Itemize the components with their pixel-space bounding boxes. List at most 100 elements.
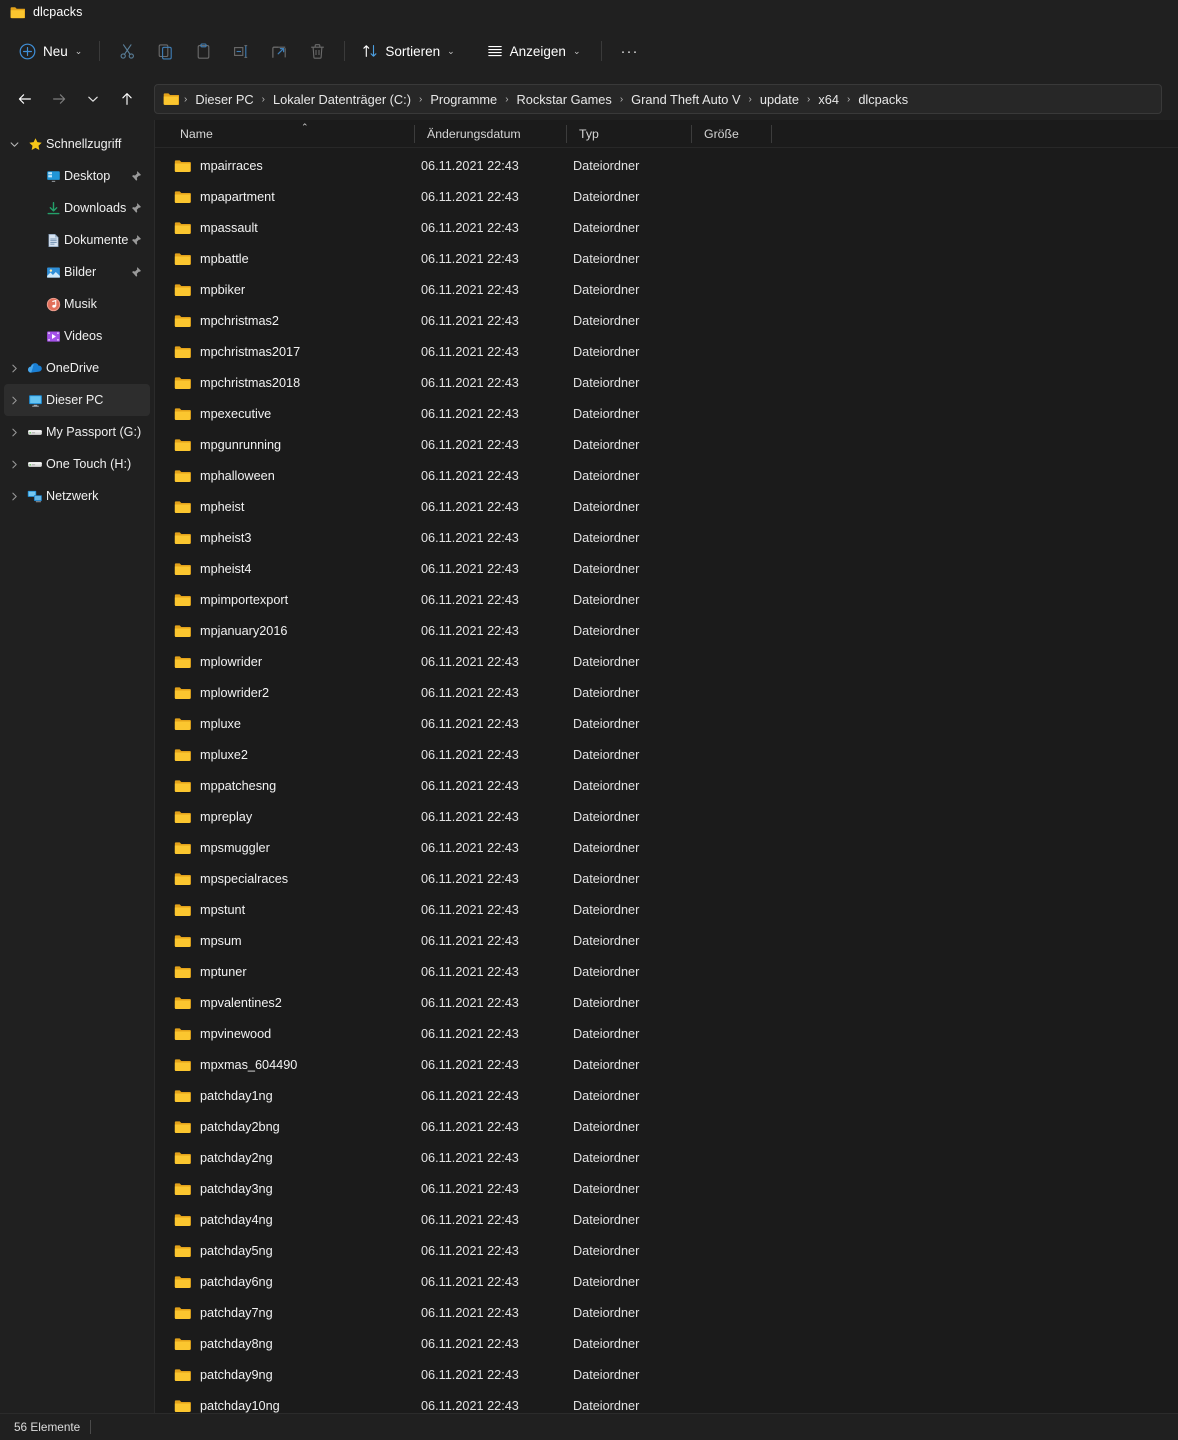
table-row[interactable]: mppatchesng 06.11.2021 22:43 Dateiordner xyxy=(161,770,1172,801)
table-row[interactable]: patchday5ng 06.11.2021 22:43 Dateiordner xyxy=(161,1235,1172,1266)
table-row[interactable]: mpvalentines2 06.11.2021 22:43 Dateiordner xyxy=(161,987,1172,1018)
sidebar-item-dieser-pc[interactable]: Dieser PC xyxy=(4,384,150,416)
table-row[interactable]: mplowrider 06.11.2021 22:43 Dateiordner xyxy=(161,646,1172,677)
chevron-down-icon[interactable] xyxy=(4,139,24,150)
table-row[interactable]: mpbiker 06.11.2021 22:43 Dateiordner xyxy=(161,274,1172,305)
table-row[interactable]: mpvinewood 06.11.2021 22:43 Dateiordner xyxy=(161,1018,1172,1049)
table-row[interactable]: patchday2bng 06.11.2021 22:43 Dateiordner xyxy=(161,1111,1172,1142)
table-row[interactable]: patchday7ng 06.11.2021 22:43 Dateiordner xyxy=(161,1297,1172,1328)
file-name-label: mpjanuary2016 xyxy=(200,623,288,638)
table-row[interactable]: mpexecutive 06.11.2021 22:43 Dateiordner xyxy=(161,398,1172,429)
table-row[interactable]: patchday4ng 06.11.2021 22:43 Dateiordner xyxy=(161,1204,1172,1235)
rename-button[interactable] xyxy=(222,34,260,68)
breadcrumb-item-5[interactable]: update xyxy=(755,90,804,109)
table-row[interactable]: mpxmas_604490 06.11.2021 22:43 Dateiordner xyxy=(161,1049,1172,1080)
breadcrumb-item-3[interactable]: Rockstar Games xyxy=(512,90,617,109)
table-row[interactable]: mpluxe2 06.11.2021 22:43 Dateiordner xyxy=(161,739,1172,770)
file-type-cell: Dateiordner xyxy=(573,1243,640,1258)
sort-button[interactable]: Sortieren ⌄ xyxy=(353,34,463,68)
breadcrumb-item-4[interactable]: Grand Theft Auto V xyxy=(626,90,745,109)
table-row[interactable]: mpapartment 06.11.2021 22:43 Dateiordner xyxy=(161,181,1172,212)
table-row[interactable]: mpstunt 06.11.2021 22:43 Dateiordner xyxy=(161,894,1172,925)
breadcrumb-item-1[interactable]: Lokaler Datenträger (C:) xyxy=(268,90,416,109)
table-row[interactable]: mpimportexport 06.11.2021 22:43 Dateiordne… xyxy=(161,584,1172,615)
copy-button[interactable] xyxy=(146,34,184,68)
pin-icon[interactable] xyxy=(130,202,142,214)
table-row[interactable]: patchday9ng 06.11.2021 22:43 Dateiordner xyxy=(161,1359,1172,1390)
table-row[interactable]: mpbattle 06.11.2021 22:43 Dateiordner xyxy=(161,243,1172,274)
breadcrumb-item-6[interactable]: x64 xyxy=(813,90,844,109)
table-row[interactable]: mpgunrunning 06.11.2021 22:43 Dateiordner xyxy=(161,429,1172,460)
column-header-date[interactable]: Änderungsdatum xyxy=(415,120,567,148)
breadcrumb-item-0[interactable]: Dieser PC xyxy=(190,90,258,109)
chevron-right-icon[interactable] xyxy=(4,427,24,438)
table-row[interactable]: mpchristmas2017 06.11.2021 22:43 Dateiordn… xyxy=(161,336,1172,367)
breadcrumb[interactable]: › Dieser PC › Lokaler Datenträger (C:) ›… xyxy=(154,84,1162,114)
pin-icon[interactable] xyxy=(130,170,142,182)
table-row[interactable]: mpheist4 06.11.2021 22:43 Dateiordner xyxy=(161,553,1172,584)
column-header-size[interactable]: Größe xyxy=(692,120,772,148)
breadcrumb-separator: › xyxy=(748,93,752,105)
table-row[interactable]: patchday10ng 06.11.2021 22:43 Dateiordner xyxy=(161,1390,1172,1413)
table-row[interactable]: mpassault 06.11.2021 22:43 Dateiordner xyxy=(161,212,1172,243)
folder-icon xyxy=(174,1399,191,1413)
sidebar-item-musik[interactable]: Musik xyxy=(4,288,150,320)
cut-button[interactable] xyxy=(108,34,146,68)
table-row[interactable]: mpjanuary2016 06.11.2021 22:43 Dateiordner xyxy=(161,615,1172,646)
table-row[interactable]: patchday1ng 06.11.2021 22:43 Dateiordner xyxy=(161,1080,1172,1111)
sidebar-item-dokumente[interactable]: Dokumente xyxy=(4,224,150,256)
column-divider[interactable] xyxy=(771,124,772,143)
column-header-type[interactable]: Typ xyxy=(567,120,692,148)
table-row[interactable]: mpheist3 06.11.2021 22:43 Dateiordner xyxy=(161,522,1172,553)
table-row[interactable]: mpheist 06.11.2021 22:43 Dateiordner xyxy=(161,491,1172,522)
breadcrumb-item-2[interactable]: Programme xyxy=(425,90,502,109)
up-button[interactable] xyxy=(110,83,144,115)
file-date-cell: 06.11.2021 22:43 xyxy=(421,1305,519,1320)
sidebar-item-one-touch-h[interactable]: One Touch (H:) xyxy=(4,448,150,480)
paste-button[interactable] xyxy=(184,34,222,68)
chevron-right-icon[interactable] xyxy=(4,491,24,502)
pin-icon[interactable] xyxy=(130,266,142,278)
file-date-cell: 06.11.2021 22:43 xyxy=(421,530,519,545)
column-header-name[interactable]: Name ⌃ xyxy=(155,120,415,148)
folder-icon xyxy=(174,252,191,266)
chevron-right-icon[interactable] xyxy=(4,395,24,406)
table-row[interactable]: patchday6ng 06.11.2021 22:43 Dateiordner xyxy=(161,1266,1172,1297)
sidebar-item-downloads[interactable]: Downloads xyxy=(4,192,150,224)
chevron-right-icon[interactable] xyxy=(4,363,24,374)
table-row[interactable]: mpsmuggler 06.11.2021 22:43 Dateiordner xyxy=(161,832,1172,863)
table-row[interactable]: mpspecialraces 06.11.2021 22:43 Dateiordne… xyxy=(161,863,1172,894)
table-row[interactable]: mpluxe 06.11.2021 22:43 Dateiordner xyxy=(161,708,1172,739)
table-row[interactable]: mplowrider2 06.11.2021 22:43 Dateiordner xyxy=(161,677,1172,708)
more-options-button[interactable]: ··· xyxy=(610,34,648,68)
file-name-label: patchday6ng xyxy=(200,1274,273,1289)
chevron-right-icon[interactable] xyxy=(4,459,24,470)
back-button[interactable] xyxy=(8,83,42,115)
sidebar-item-onedrive[interactable]: OneDrive xyxy=(4,352,150,384)
sidebar-item-my-passport-g[interactable]: My Passport (G:) xyxy=(4,416,150,448)
sidebar-item-videos[interactable]: Videos xyxy=(4,320,150,352)
table-row[interactable]: mpchristmas2018 06.11.2021 22:43 Dateiordn… xyxy=(161,367,1172,398)
table-row[interactable]: mpairraces 06.11.2021 22:43 Dateiordner xyxy=(161,150,1172,181)
table-row[interactable]: mpchristmas2 06.11.2021 22:43 Dateiordner xyxy=(161,305,1172,336)
new-button[interactable]: Neu ⌄ xyxy=(10,34,91,68)
file-name-cell: patchday1ng xyxy=(161,1089,415,1103)
sidebar-item-desktop[interactable]: Desktop xyxy=(4,160,150,192)
sidebar-item-schnellzugriff[interactable]: Schnellzugriff xyxy=(4,128,150,160)
table-row[interactable]: patchday2ng 06.11.2021 22:43 Dateiordner xyxy=(161,1142,1172,1173)
table-row[interactable]: mphalloween 06.11.2021 22:43 Dateiordner xyxy=(161,460,1172,491)
breadcrumb-item-7[interactable]: dlcpacks xyxy=(853,90,913,109)
pin-icon[interactable] xyxy=(130,234,142,246)
table-row[interactable]: mptuner 06.11.2021 22:43 Dateiordner xyxy=(161,956,1172,987)
table-row[interactable]: patchday3ng 06.11.2021 22:43 Dateiordner xyxy=(161,1173,1172,1204)
delete-button[interactable] xyxy=(298,34,336,68)
table-row[interactable]: patchday8ng 06.11.2021 22:43 Dateiordner xyxy=(161,1328,1172,1359)
table-row[interactable]: mpreplay 06.11.2021 22:43 Dateiordner xyxy=(161,801,1172,832)
recent-locations-button[interactable] xyxy=(76,83,110,115)
forward-button[interactable] xyxy=(42,83,76,115)
sidebar-item-netzwerk[interactable]: Netzwerk xyxy=(4,480,150,512)
share-button[interactable] xyxy=(260,34,298,68)
sidebar-item-bilder[interactable]: Bilder xyxy=(4,256,150,288)
table-row[interactable]: mpsum 06.11.2021 22:43 Dateiordner xyxy=(161,925,1172,956)
view-button[interactable]: Anzeigen ⌄ xyxy=(478,34,590,68)
